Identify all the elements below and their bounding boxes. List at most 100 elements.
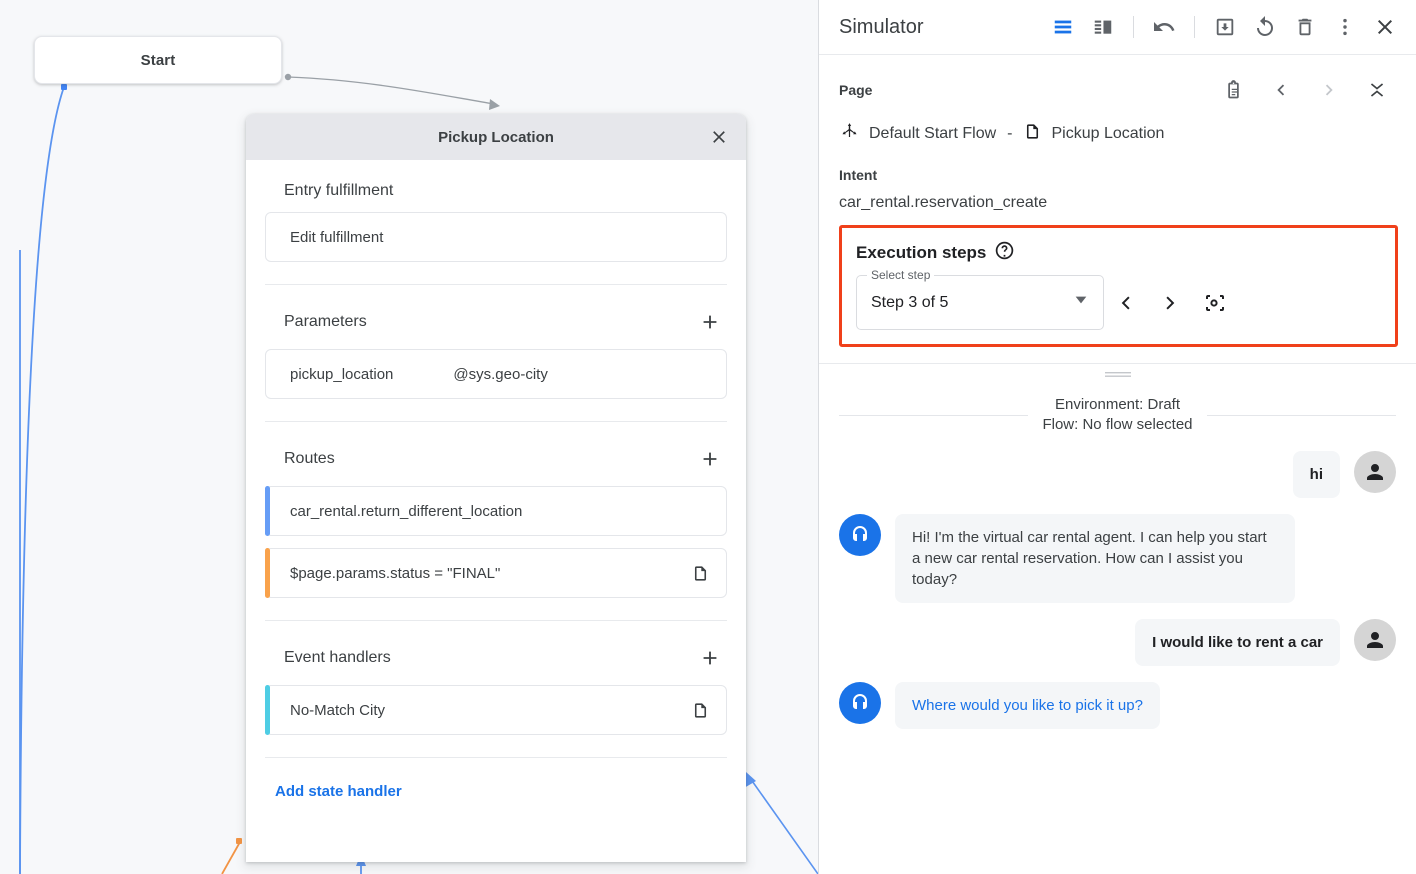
- add-event-handler-button[interactable]: [695, 643, 725, 673]
- user-avatar: [1354, 451, 1396, 493]
- selected-step-value: Step 3 of 5: [871, 294, 948, 312]
- parameter-type: @sys.geo-city: [453, 366, 547, 383]
- parameter-row[interactable]: pickup_location @sys.geo-city: [265, 349, 727, 399]
- next-step-button[interactable]: [1148, 281, 1192, 325]
- parameter-name: pickup_location: [290, 366, 393, 383]
- clipboard-icon[interactable]: [1214, 71, 1252, 109]
- page-label: Page: [839, 82, 872, 98]
- simulator-app: Start Pickup Location Entry fulfillment …: [0, 0, 1416, 874]
- toolbar-divider: [1133, 16, 1134, 38]
- execution-steps-title: Execution steps: [856, 243, 986, 263]
- page-card[interactable]: Pickup Location Entry fulfillment Edit f…: [246, 114, 746, 862]
- undo-icon[interactable]: [1145, 8, 1183, 46]
- prev-page-icon[interactable]: [1262, 71, 1300, 109]
- section-header: Entry fulfillment: [265, 182, 727, 200]
- chat-transcript[interactable]: Environment: Draft Flow: No flow selecte…: [819, 379, 1416, 874]
- section-title: Routes: [284, 450, 335, 468]
- chat-message-agent: Hi! I'm the virtual car rental agent. I …: [839, 514, 1396, 603]
- divider-line: [1207, 415, 1396, 416]
- prev-step-button[interactable]: [1104, 281, 1148, 325]
- section-title: Entry fulfillment: [284, 182, 393, 200]
- section-entry-fulfillment: Entry fulfillment Edit fulfillment: [265, 160, 727, 285]
- environment-status: Environment: Draft Flow: No flow selecte…: [1028, 395, 1206, 435]
- chat-message-agent: Where would you like to pick it up?: [839, 682, 1396, 729]
- vertical-split-icon[interactable]: [1084, 8, 1122, 46]
- step-selector-row: Select step Step 3 of 5: [856, 275, 1381, 330]
- intent-label: Intent: [839, 167, 1396, 183]
- message-bubble[interactable]: Where would you like to pick it up?: [895, 682, 1160, 729]
- route-row[interactable]: $page.params.status = "FINAL": [265, 548, 727, 598]
- toolbar-divider: [1194, 16, 1195, 38]
- resize-handle[interactable]: [819, 364, 1416, 379]
- collapse-icon[interactable]: [1358, 71, 1396, 109]
- page-name: Pickup Location: [1051, 125, 1164, 143]
- environment-divider-row: Environment: Draft Flow: No flow selecte…: [839, 395, 1396, 435]
- agent-avatar: [839, 682, 881, 724]
- chat-message-user: hi: [839, 451, 1396, 498]
- intent-value: car_rental.reservation_create: [839, 194, 1396, 212]
- page-card-body: Entry fulfillment Edit fulfillment Param…: [246, 160, 746, 800]
- add-parameter-button[interactable]: [695, 307, 725, 337]
- section-header: Event handlers: [265, 643, 727, 673]
- save-icon[interactable]: [1206, 8, 1244, 46]
- execution-steps-header: Execution steps: [856, 240, 1381, 266]
- start-node[interactable]: Start: [34, 36, 282, 84]
- simulator-panel: Simulator: [818, 0, 1416, 874]
- chevron-down-icon: [1073, 292, 1089, 313]
- message-bubble: I would like to rent a car: [1135, 619, 1340, 666]
- panel-info: Page: [819, 55, 1416, 212]
- next-page-icon[interactable]: [1310, 71, 1348, 109]
- flow-name: Default Start Flow: [869, 125, 996, 143]
- simulator-title: Simulator: [839, 16, 923, 39]
- agent-avatar: [839, 514, 881, 556]
- flow-canvas[interactable]: Start Pickup Location Entry fulfillment …: [0, 0, 818, 874]
- close-icon[interactable]: [704, 122, 734, 152]
- message-bubble: hi: [1293, 451, 1340, 498]
- page-doc-icon: [691, 564, 710, 583]
- simulator-header: Simulator: [819, 0, 1416, 55]
- delete-icon[interactable]: [1286, 8, 1324, 46]
- divider-line: [839, 415, 1028, 416]
- user-avatar: [1354, 619, 1396, 661]
- message-bubble: Hi! I'm the virtual car rental agent. I …: [895, 514, 1295, 603]
- select-step-legend: Select step: [867, 268, 934, 282]
- section-event-handlers: Event handlers No-Match City: [265, 621, 727, 758]
- page-label-row: Page: [839, 71, 1396, 109]
- flow-icon: [839, 121, 860, 147]
- section-parameters: Parameters pickup_location @sys.geo-city: [265, 285, 727, 422]
- edit-fulfillment-row[interactable]: Edit fulfillment: [265, 212, 727, 262]
- page-nav-icons: [1214, 71, 1396, 109]
- restart-icon[interactable]: [1246, 8, 1284, 46]
- start-node-label: Start: [141, 52, 176, 69]
- help-icon[interactable]: [994, 240, 1015, 266]
- chat-message-user: I would like to rent a car: [839, 619, 1396, 666]
- route-accent-bar: [265, 548, 270, 598]
- event-handler-row[interactable]: No-Match City: [265, 685, 727, 735]
- page-doc-icon: [691, 701, 710, 720]
- page-card-title: Pickup Location: [438, 129, 554, 146]
- event-accent-bar: [265, 685, 270, 735]
- section-header: Routes: [265, 444, 727, 474]
- page-card-header: Pickup Location: [246, 114, 746, 160]
- horizontal-split-icon[interactable]: [1044, 8, 1082, 46]
- route-label: $page.params.status = "FINAL": [290, 565, 500, 582]
- select-step-dropdown[interactable]: Select step Step 3 of 5: [856, 275, 1104, 330]
- flow-status-text: Flow: No flow selected: [1042, 416, 1192, 433]
- page-doc-icon: [1023, 122, 1042, 146]
- section-title: Event handlers: [284, 649, 391, 667]
- simulator-toolbar: [1044, 8, 1404, 46]
- close-icon[interactable]: [1366, 8, 1404, 46]
- breadcrumb: Default Start Flow - Pickup Location: [839, 121, 1396, 147]
- route-accent-bar: [265, 486, 270, 536]
- more-vert-icon[interactable]: [1326, 8, 1364, 46]
- add-state-handler-link[interactable]: Add state handler: [265, 758, 727, 800]
- section-routes: Routes car_rental.return_different_locat…: [265, 422, 727, 621]
- section-header: Parameters: [265, 307, 727, 337]
- add-route-button[interactable]: [695, 444, 725, 474]
- section-title: Parameters: [284, 313, 367, 331]
- breadcrumb-separator: -: [1007, 125, 1012, 143]
- event-handler-label: No-Match City: [290, 702, 385, 719]
- environment-text: Environment: Draft: [1055, 396, 1180, 413]
- route-row[interactable]: car_rental.return_different_location: [265, 486, 727, 536]
- center-focus-icon[interactable]: [1192, 281, 1236, 325]
